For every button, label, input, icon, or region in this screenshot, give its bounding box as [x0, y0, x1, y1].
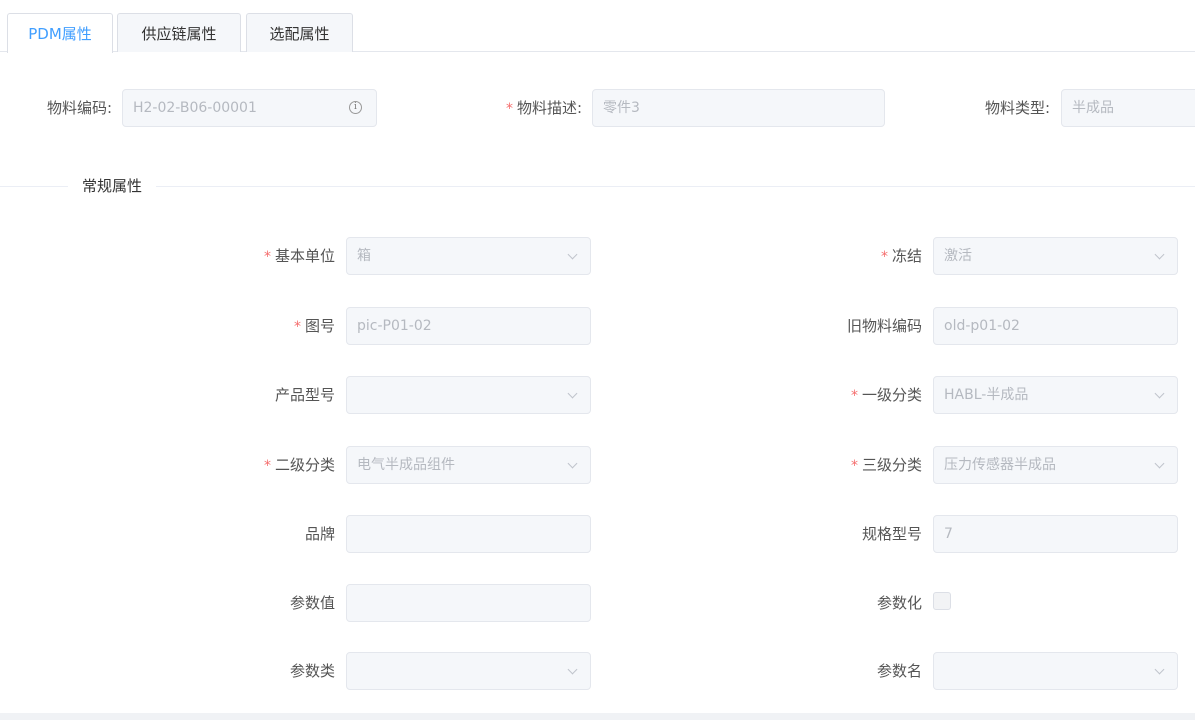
param-name-select[interactable]: [933, 652, 1178, 690]
level2-value: 电气半成品组件: [357, 457, 455, 473]
spec-value: 7: [944, 526, 953, 542]
parameterized-label: 参数化: [876, 594, 922, 612]
bottom-bar: [0, 713, 1195, 720]
tab-option-attributes[interactable]: 选配属性: [246, 13, 353, 52]
product-model-label: 产品型号: [274, 386, 335, 404]
required-mark: *: [293, 319, 301, 335]
chevron-down-icon: [567, 664, 578, 675]
drawing-no-label: * 图号: [293, 317, 335, 335]
required-mark: *: [505, 101, 513, 117]
brand-label: 品牌: [304, 525, 335, 543]
param-value-label: 参数值: [289, 594, 335, 612]
material-code-field[interactable]: H2-02-B06-00001 i: [122, 89, 377, 127]
chevron-down-icon: [567, 388, 578, 399]
section-title: 常规属性: [68, 176, 157, 196]
level2-select[interactable]: 电气半成品组件: [346, 446, 591, 484]
material-desc-value: 零件3: [603, 100, 640, 116]
chevron-down-icon: [1154, 388, 1165, 399]
required-mark: *: [263, 249, 271, 265]
material-desc-field[interactable]: 零件3: [592, 89, 885, 127]
spec-field[interactable]: 7: [933, 515, 1178, 553]
parameterized-checkbox[interactable]: [933, 592, 951, 610]
chevron-down-icon: [1154, 458, 1165, 469]
material-code-label: 物料编码:: [46, 99, 112, 117]
material-code-value: H2-02-B06-00001: [133, 100, 257, 116]
base-unit-value: 箱: [357, 248, 371, 264]
base-unit-select[interactable]: 箱: [346, 237, 591, 275]
chevron-down-icon: [1154, 664, 1165, 675]
old-code-label: 旧物料编码: [846, 317, 922, 335]
material-type-value: 半成品: [1072, 100, 1114, 116]
level3-value: 压力传感器半成品: [944, 457, 1056, 473]
material-desc-label: * 物料描述:: [505, 99, 582, 117]
required-mark: *: [263, 458, 271, 474]
level1-label: * 一级分类: [850, 386, 922, 404]
base-unit-label: * 基本单位: [263, 247, 335, 265]
param-class-label: 参数类: [289, 662, 335, 680]
material-type-field[interactable]: 半成品: [1061, 89, 1195, 127]
info-icon[interactable]: i: [349, 101, 362, 114]
freeze-value: 激活: [944, 248, 972, 264]
freeze-select[interactable]: 激活: [933, 237, 1178, 275]
drawing-no-field[interactable]: pic-P01-02: [346, 307, 591, 345]
level1-select[interactable]: HABL-半成品: [933, 376, 1178, 414]
drawing-no-value: pic-P01-02: [357, 318, 432, 334]
brand-field[interactable]: [346, 515, 591, 553]
level3-select[interactable]: 压力传感器半成品: [933, 446, 1178, 484]
param-name-label: 参数名: [876, 662, 922, 680]
old-code-field[interactable]: old-p01-02: [933, 307, 1178, 345]
tab-label: 选配属性: [269, 24, 330, 43]
material-type-label: 物料类型:: [984, 99, 1050, 117]
tab-supply-chain-attributes[interactable]: 供应链属性: [117, 13, 241, 52]
product-model-select[interactable]: [346, 376, 591, 414]
chevron-down-icon: [567, 458, 578, 469]
param-value-field[interactable]: [346, 584, 591, 622]
chevron-down-icon: [1154, 249, 1165, 260]
tab-label: PDM属性: [28, 25, 92, 43]
required-mark: *: [880, 249, 888, 265]
tab-label: 供应链属性: [141, 24, 217, 43]
required-mark: *: [850, 388, 858, 404]
tab-pdm-attributes[interactable]: PDM属性: [7, 13, 113, 53]
param-class-select[interactable]: [346, 652, 591, 690]
level1-value: HABL-半成品: [944, 387, 1029, 403]
level2-label: * 二级分类: [263, 456, 335, 474]
tab-bar: PDM属性 供应链属性 选配属性: [0, 0, 1195, 53]
required-mark: *: [850, 458, 858, 474]
chevron-down-icon: [567, 249, 578, 260]
spec-label: 规格型号: [861, 525, 922, 543]
freeze-label: * 冻结: [880, 247, 922, 265]
level3-label: * 三级分类: [850, 456, 922, 474]
old-code-value: old-p01-02: [944, 318, 1020, 334]
section-divider: [0, 186, 1195, 187]
